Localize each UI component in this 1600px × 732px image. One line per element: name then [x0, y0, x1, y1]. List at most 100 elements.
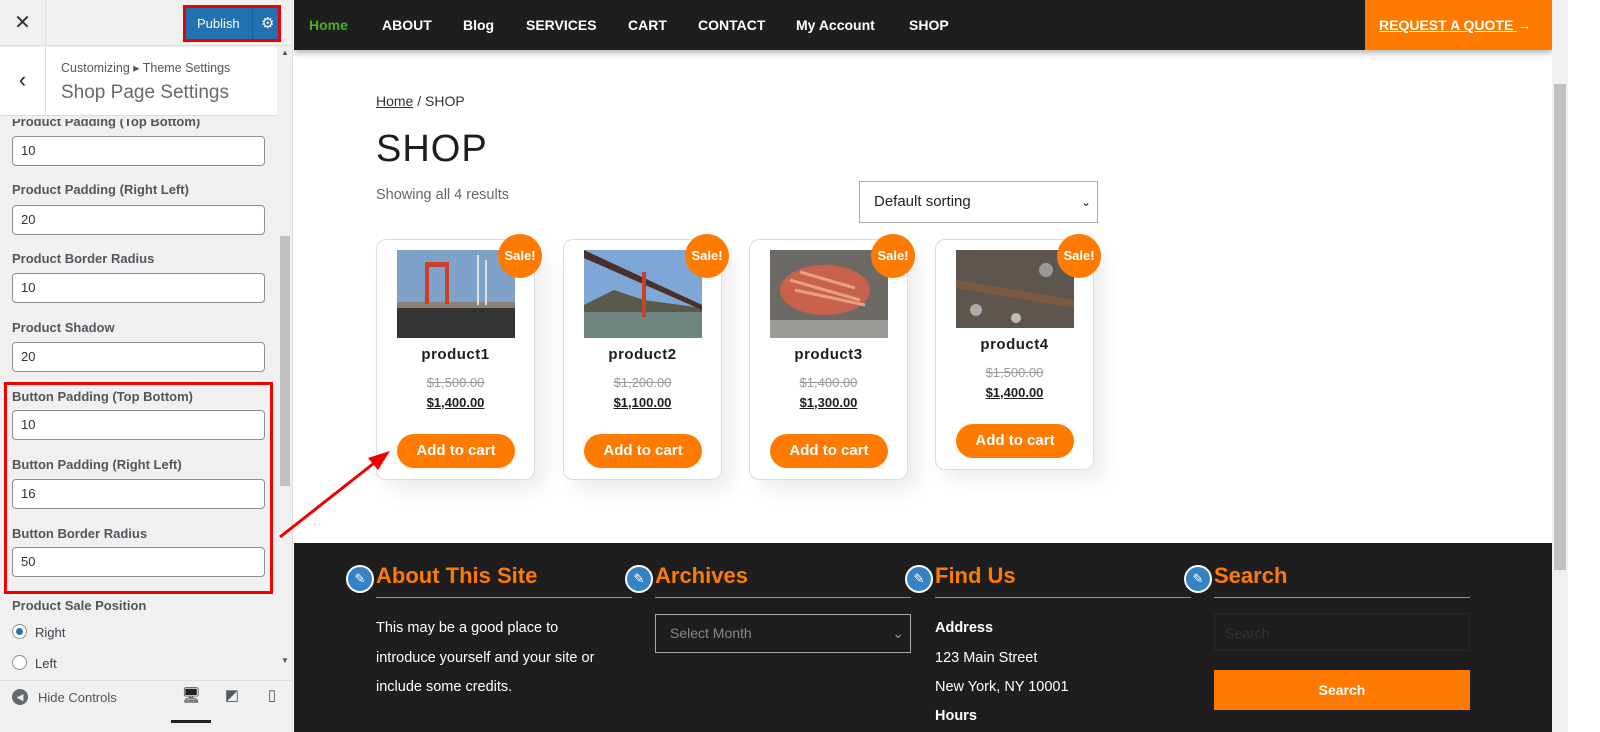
- chevron-down-icon: ⌄: [1080, 195, 1091, 209]
- product-name[interactable]: product4: [936, 336, 1093, 353]
- hide-controls-label: Hide Controls: [38, 689, 117, 705]
- product-name[interactable]: product1: [377, 346, 534, 363]
- publish-highlight: Publish ⚙: [183, 5, 281, 42]
- nav-blog[interactable]: Blog: [463, 17, 494, 33]
- sale-badge: Sale!: [1057, 234, 1101, 278]
- radio-left[interactable]: [12, 655, 27, 670]
- field-label: Product Shadow: [12, 320, 115, 335]
- product-image[interactable]: [584, 250, 702, 338]
- main-nav: Home ABOUT Blog SERVICES CART CONTACT My…: [294, 0, 1552, 50]
- product-card: Sale! product4 $1,500.00 $1,400.00 Add t…: [935, 234, 1101, 470]
- sale-price: $1,100.00: [613, 395, 672, 410]
- nav-services[interactable]: SERVICES: [526, 17, 597, 33]
- add-to-cart-button[interactable]: Add to cart: [770, 434, 888, 468]
- field-label: Product Border Radius: [12, 251, 155, 266]
- site-footer: ✎ About This Site This may be a good pla…: [294, 543, 1552, 732]
- nav-shop[interactable]: SHOP: [909, 17, 949, 33]
- product-card: Sale! product3 $1,400.00 $1,300.00 Add t…: [749, 234, 915, 480]
- gear-icon[interactable]: ⚙: [252, 8, 274, 39]
- scroll-up-icon[interactable]: ▲: [281, 48, 289, 57]
- footer-text: include some credits.: [376, 679, 513, 695]
- publish-button[interactable]: Publish: [186, 16, 252, 31]
- old-price: $1,200.00: [613, 375, 672, 390]
- product-padding-tb-input[interactable]: 10: [12, 136, 265, 166]
- nav-about[interactable]: ABOUT: [382, 17, 432, 33]
- edit-pencil-icon[interactable]: ✎: [1184, 565, 1212, 593]
- close-icon[interactable]: ✕: [0, 0, 46, 46]
- sidebar-header: ✕ Publish ⚙: [0, 0, 293, 46]
- preview-scroll-thumb[interactable]: [1554, 84, 1566, 570]
- footer-heading: Find Us: [935, 563, 1016, 588]
- product-shadow-input[interactable]: 20: [12, 342, 265, 372]
- search-button[interactable]: Search: [1214, 670, 1470, 710]
- product-image[interactable]: [956, 250, 1074, 328]
- archives-select-value: Select Month: [670, 625, 752, 641]
- hide-controls-button[interactable]: ◀ Hide Controls: [12, 689, 117, 705]
- result-count: Showing all 4 results: [376, 187, 509, 203]
- footer-text: 123 Main Street: [935, 650, 1038, 666]
- old-price: $1,500.00: [426, 375, 485, 390]
- divider: [655, 597, 911, 598]
- product-padding-rl-input[interactable]: 20: [12, 205, 265, 235]
- product-name[interactable]: product3: [750, 346, 907, 363]
- divider: [935, 597, 1191, 598]
- hours-label: Hours: [935, 708, 977, 724]
- sorting-select[interactable]: Default sorting ⌄: [859, 181, 1098, 223]
- product-name[interactable]: product2: [564, 346, 721, 363]
- request-quote-button[interactable]: REQUEST A QUOTE →: [1365, 0, 1552, 50]
- back-icon[interactable]: ‹: [0, 47, 46, 116]
- edit-pencil-icon[interactable]: ✎: [346, 565, 374, 593]
- footer-text: This may be a good place to: [376, 620, 559, 636]
- quote-label: REQUEST A QUOTE: [1379, 17, 1514, 33]
- mobile-icon[interactable]: ▯: [252, 686, 292, 704]
- divider: [1214, 597, 1470, 598]
- scroll-down-icon[interactable]: ▼: [281, 656, 289, 665]
- breadcrumb-home-link[interactable]: Home: [376, 93, 413, 109]
- sorting-value: Default sorting: [874, 193, 971, 210]
- add-to-cart-button[interactable]: Add to cart: [584, 434, 702, 468]
- radio-label: Right: [35, 625, 66, 640]
- arrow-right-icon: →: [1517, 17, 1532, 33]
- section-header: ‹ Customizing ▸ Theme Settings Shop Page…: [0, 47, 277, 116]
- field-label: Product Sale Position: [12, 598, 147, 613]
- field-label: Product Padding (Top Bottom): [12, 114, 201, 129]
- nav-home[interactable]: Home: [309, 17, 348, 33]
- edit-pencil-icon[interactable]: ✎: [905, 565, 933, 593]
- sidebar-scroll-thumb[interactable]: [280, 236, 290, 486]
- product-image[interactable]: [770, 250, 888, 338]
- desktop-icon[interactable]: 🖥: [171, 686, 211, 723]
- sale-price: $1,300.00: [799, 395, 858, 410]
- edit-pencil-icon[interactable]: ✎: [625, 565, 653, 593]
- chevron-down-icon: ⌄: [892, 625, 904, 641]
- old-price: $1,400.00: [799, 375, 858, 390]
- page-title: SHOP: [376, 128, 488, 170]
- search-input[interactable]: Search: [1214, 613, 1470, 651]
- nav-contact[interactable]: CONTACT: [698, 17, 765, 33]
- footer-heading: About This Site: [376, 563, 538, 588]
- tablet-icon[interactable]: ◩: [212, 686, 252, 704]
- footer-heading: Archives: [655, 563, 748, 588]
- sale-badge: Sale!: [498, 234, 542, 278]
- old-price: $1,500.00: [985, 365, 1044, 380]
- section-title: Shop Page Settings: [61, 82, 229, 103]
- archives-select[interactable]: Select Month ⌄: [655, 614, 911, 653]
- product-border-radius-input[interactable]: 10: [12, 273, 265, 303]
- divider: [376, 597, 632, 598]
- radio-label: Left: [35, 656, 57, 671]
- sale-price: $1,400.00: [426, 395, 485, 410]
- footer-text: introduce yourself and your site or: [376, 650, 595, 666]
- address-label: Address: [935, 620, 994, 636]
- add-to-cart-button[interactable]: Add to cart: [397, 434, 515, 468]
- nav-cart[interactable]: CART: [628, 17, 667, 33]
- add-to-cart-button[interactable]: Add to cart: [956, 424, 1074, 458]
- sidebar-footer: ◀ Hide Controls 🖥 ◩ ▯: [0, 680, 293, 732]
- product-image[interactable]: [397, 250, 515, 338]
- site-preview: Home ABOUT Blog SERVICES CART CONTACT My…: [294, 0, 1552, 732]
- field-label: Product Padding (Right Left): [12, 182, 189, 197]
- radio-right[interactable]: [12, 624, 27, 639]
- footer-heading: Search: [1214, 563, 1288, 588]
- product-card: Sale! product1 $1,500.00 $1,400.00 Add t…: [376, 234, 542, 480]
- breadcrumb-current: / SHOP: [413, 93, 465, 109]
- nav-my-account[interactable]: My Account: [796, 17, 875, 33]
- product-card: Sale! product2 $1,200.00 $1,100.00 Add t…: [563, 234, 729, 480]
